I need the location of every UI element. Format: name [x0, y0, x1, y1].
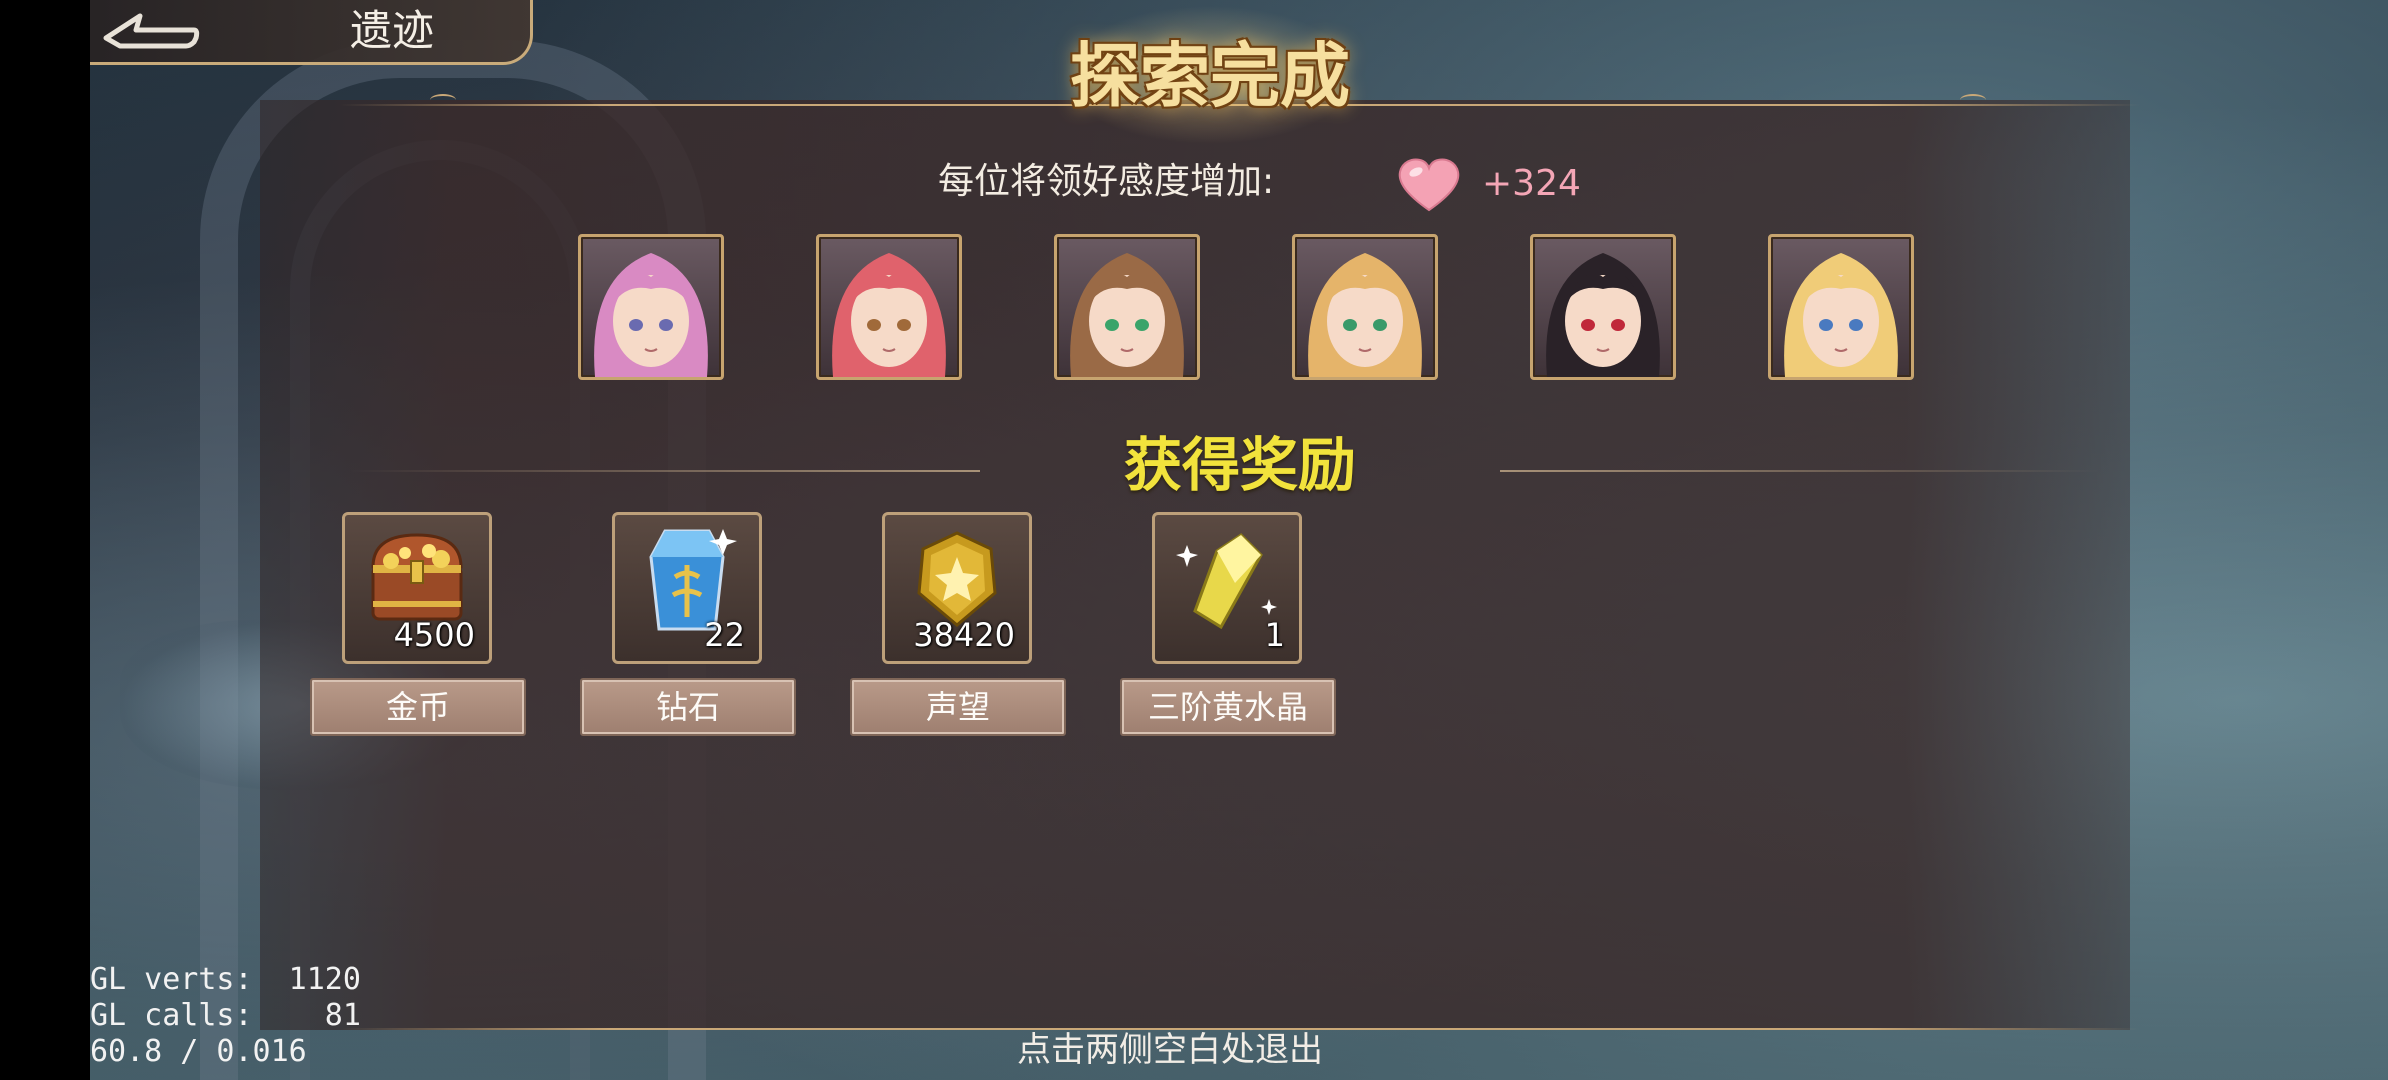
- hero-portrait-4[interactable]: [1292, 234, 1438, 380]
- reward-item-diamond[interactable]: 22: [612, 512, 762, 664]
- item-label-yellow-crystal[interactable]: 三阶黄水晶: [1120, 678, 1336, 736]
- hero-black-red-hair-art: [1546, 253, 1660, 377]
- corner-ornament-left: [430, 94, 456, 106]
- hero-pink-hair-art: [594, 253, 708, 377]
- item-label-diamond[interactable]: 钻石: [580, 678, 796, 736]
- item-count: 4500: [393, 616, 475, 654]
- hero-blonde-hair-art: [1308, 253, 1422, 377]
- hero-red-hair-art: [832, 253, 946, 377]
- location-title: 遗迹: [350, 6, 435, 55]
- item-label-gold[interactable]: 金币: [310, 678, 526, 736]
- reward-divider-right: [1500, 470, 2100, 472]
- hero-portrait-6[interactable]: [1768, 234, 1914, 380]
- item-count: 1: [1264, 616, 1285, 654]
- back-arrow-icon[interactable]: [100, 8, 200, 54]
- exit-hint: 点击两侧空白处退出: [1017, 1030, 1323, 1070]
- hero-brown-hair-art: [1070, 253, 1184, 377]
- hero-gold-hair-tiara-art: [1784, 253, 1898, 377]
- debug-calls: GL calls: 81: [90, 998, 361, 1033]
- reward-item-prestige[interactable]: 38420: [882, 512, 1032, 664]
- reward-title: 获得奖励: [1123, 431, 1356, 499]
- heart-icon: [1398, 158, 1460, 212]
- hero-portrait-1[interactable]: [578, 234, 724, 380]
- affection-label: 每位将领好感度增加:: [938, 161, 1275, 202]
- debug-verts: GL verts: 1120: [90, 962, 361, 997]
- debug-overlay: GL verts: 1120 GL calls: 81 60.8 / 0.016: [90, 962, 361, 1070]
- hero-portrait-2[interactable]: [816, 234, 962, 380]
- item-label-prestige[interactable]: 声望: [850, 678, 1066, 736]
- explore-complete-title: 探索完成: [1070, 34, 1350, 117]
- item-count: 38420: [913, 616, 1015, 654]
- reward-item-gold[interactable]: 4500: [342, 512, 492, 664]
- reward-item-yellow-crystal[interactable]: 1: [1152, 512, 1302, 664]
- affection-value: +324: [1482, 163, 1581, 204]
- hero-portrait-5[interactable]: [1530, 234, 1676, 380]
- debug-fps: 60.8 / 0.016: [90, 1034, 307, 1069]
- reward-divider-left: [350, 470, 980, 472]
- item-count: 22: [704, 616, 745, 654]
- corner-ornament-right: [1960, 94, 1986, 106]
- hero-portrait-3[interactable]: [1054, 234, 1200, 380]
